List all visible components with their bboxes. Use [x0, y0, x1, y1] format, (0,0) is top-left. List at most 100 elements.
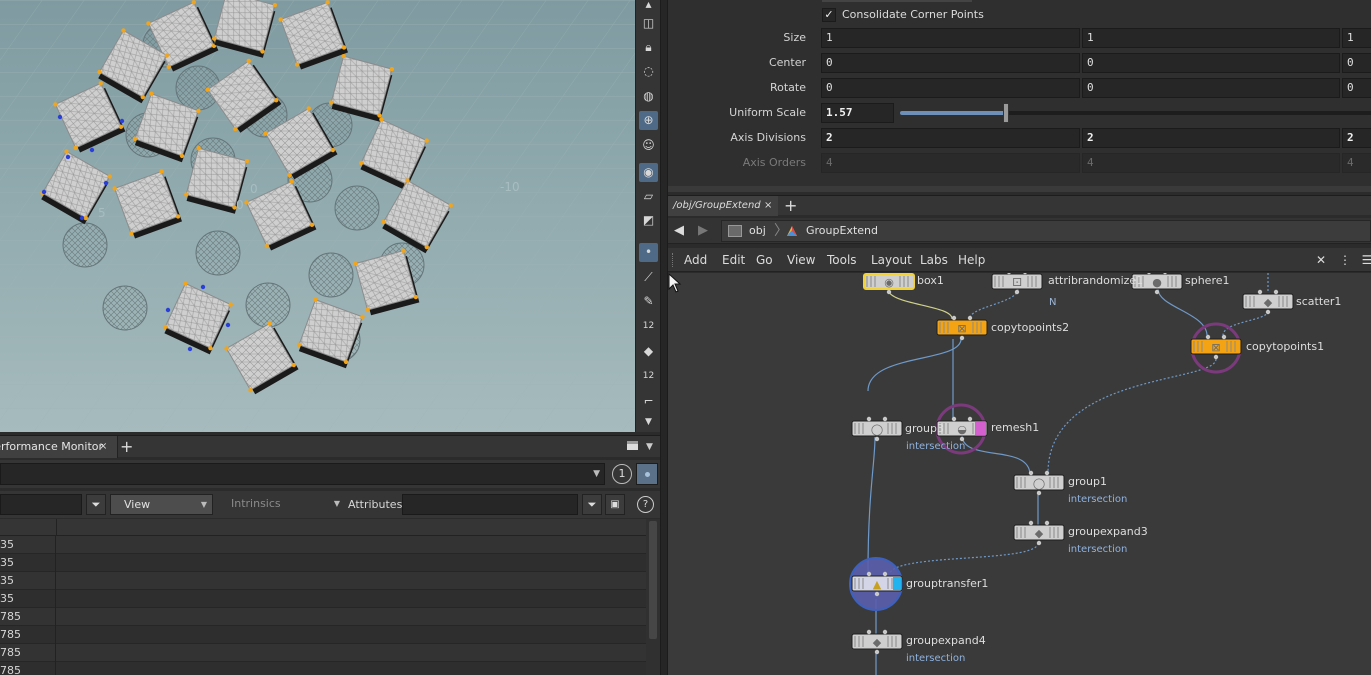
ghost-icon[interactable]: ☺: [639, 136, 658, 155]
pane-layout-icon[interactable]: [627, 441, 638, 450]
table-row[interactable]: 35: [0, 590, 646, 608]
tab-network-editor[interactable]: /obj/GroupExtend ×: [668, 196, 778, 216]
node-label-box1[interactable]: box1: [917, 274, 944, 288]
menu-tools[interactable]: Tools: [827, 248, 857, 272]
node-box1[interactable]: ◉: [863, 273, 915, 295]
node-label-groupexpand3[interactable]: groupexpand3: [1068, 525, 1148, 539]
size-x-field[interactable]: 1: [821, 28, 1080, 48]
bucket-icon[interactable]: ◆: [639, 342, 658, 361]
shading-icon[interactable]: ◉: [639, 163, 658, 182]
rotate-x-field[interactable]: 0: [821, 78, 1080, 98]
back-arrow-icon[interactable]: ◀: [674, 222, 684, 240]
menu-add[interactable]: Add: [684, 248, 707, 272]
spreadsheet-table[interactable]: 35 35 35 35 785 785 785 785: [0, 519, 646, 675]
brush-icon[interactable]: ⟋: [639, 268, 658, 287]
node-label-grouptransfer1[interactable]: grouptransfer1: [906, 577, 988, 591]
forward-arrow-icon[interactable]: ▶: [698, 222, 708, 240]
node-groupexpand4[interactable]: ◆: [851, 629, 903, 655]
node-label-remesh1[interactable]: remesh1: [991, 421, 1039, 435]
angle-icon[interactable]: ⌐: [639, 392, 658, 411]
table-row[interactable]: 785: [0, 626, 646, 644]
slider-handle[interactable]: [1002, 103, 1009, 123]
node-scatter1[interactable]: ◆: [1242, 289, 1294, 315]
list-view-icon[interactable]: ☰: [1358, 251, 1371, 269]
menu-go[interactable]: Go: [756, 248, 773, 272]
table-row[interactable]: 785: [0, 644, 646, 662]
display-icon[interactable]: ◩: [639, 211, 658, 230]
center-x-field[interactable]: 0: [821, 53, 1080, 73]
scene-viewport[interactable]: -10 0 0 5: [0, 0, 635, 432]
axis-divisions-y-field[interactable]: 2: [1082, 128, 1340, 148]
table-row[interactable]: 35: [0, 536, 646, 554]
node-copytopoints2[interactable]: ⊠: [936, 315, 988, 341]
node-label-sphere1[interactable]: sphere1: [1185, 274, 1230, 288]
node-remesh1[interactable]: ◒: [936, 416, 988, 442]
attributes-filter-input[interactable]: [402, 494, 578, 515]
axis-divisions-z-field[interactable]: 2: [1342, 128, 1371, 148]
node-group1[interactable]: ◯: [1013, 470, 1065, 496]
node-attribrandomize1[interactable]: ⚀: [991, 273, 1043, 295]
wrench-icon[interactable]: ✕: [1312, 251, 1330, 269]
node-copytopoints1[interactable]: ⊠: [1190, 334, 1242, 360]
chevron-down-icon[interactable]: ▼: [646, 436, 653, 458]
table-row[interactable]: 35: [0, 572, 646, 590]
center-z-field[interactable]: 0: [1342, 53, 1371, 73]
rotate-y-field[interactable]: 0: [1082, 78, 1340, 98]
group-filter-input[interactable]: [0, 494, 82, 515]
close-icon[interactable]: ×: [99, 436, 107, 458]
menu-view[interactable]: View: [787, 248, 815, 272]
scrollbar-thumb[interactable]: [649, 521, 657, 639]
number-icon[interactable]: 12: [639, 367, 658, 386]
node-label-group1[interactable]: group1: [1068, 475, 1107, 489]
point-display-icon[interactable]: •: [639, 243, 658, 262]
background-icon[interactable]: ▱: [639, 187, 658, 206]
help-icon[interactable]: ?: [637, 496, 654, 513]
node-label-copytopoints2[interactable]: copytopoints2: [991, 321, 1069, 335]
snap-icon[interactable]: ⊕: [639, 111, 658, 130]
viewport-scene[interactable]: -10 0 0 5: [0, 0, 635, 432]
axis-divisions-x-field[interactable]: 2: [821, 128, 1080, 148]
node-path-select[interactable]: ▼: [0, 463, 605, 485]
add-tab-icon[interactable]: +: [784, 196, 797, 216]
uniform-scale-slider[interactable]: [900, 111, 1371, 115]
node-label-scatter1[interactable]: scatter1: [1296, 295, 1341, 309]
pane-resize-handle[interactable]: [668, 186, 1371, 192]
pane-splitter[interactable]: [660, 0, 668, 675]
intrinsics-dropdown[interactable]: Intrinsics ▼: [218, 494, 345, 515]
node-label-copytopoints1[interactable]: copytopoints1: [1246, 340, 1324, 354]
uniform-scale-field[interactable]: 1.57: [821, 103, 894, 123]
node-label-attribrandomize1[interactable]: attribrandomize1: [1048, 274, 1143, 288]
pane-link-badge[interactable]: 1: [612, 464, 632, 484]
node-label-group3[interactable]: group3: [905, 422, 944, 436]
tree-view-icon[interactable]: ⋮: [1336, 251, 1354, 269]
rotate-z-field[interactable]: 0: [1342, 78, 1371, 98]
breadcrumb-obj[interactable]: obj: [749, 221, 766, 241]
tab-performance-monitor[interactable]: Performance Monitor ×: [0, 436, 118, 458]
menu-edit[interactable]: Edit: [722, 248, 745, 272]
center-y-field[interactable]: 0: [1082, 53, 1340, 73]
size-z-field[interactable]: 1: [1342, 28, 1371, 48]
node-groupexpand3[interactable]: ◆: [1013, 520, 1065, 546]
menu-labs[interactable]: Labs: [920, 248, 948, 272]
options-icon[interactable]: ▣: [605, 494, 625, 515]
select-icon[interactable]: ▴: [639, 0, 658, 10]
add-tab-icon[interactable]: +: [120, 436, 133, 458]
filter-icon[interactable]: ⏷: [86, 494, 106, 515]
size-y-field[interactable]: 1: [1082, 28, 1340, 48]
light-icon[interactable]: ◌: [639, 62, 658, 81]
consolidate-corner-points-checkbox[interactable]: ✓: [822, 8, 836, 22]
view-dropdown[interactable]: View ▼: [110, 494, 213, 515]
scroll-down-icon[interactable]: ▼: [639, 413, 658, 432]
network-editor-canvas[interactable]: ◉ ⚀ ● ◆ ⊠ ⊠ ◯ ◒ ◯ ◆ ▲ ◆ box1 attribrandomize1 N sph…: [668, 273, 1371, 675]
breadcrumb-groupextend[interactable]: GroupExtend: [806, 221, 878, 241]
number-icon[interactable]: 12: [639, 317, 658, 336]
close-icon[interactable]: ×: [764, 196, 772, 216]
table-row[interactable]: 35: [0, 554, 646, 572]
geometry-icon[interactable]: ◫: [639, 14, 658, 33]
filter-icon[interactable]: ⏷: [582, 494, 602, 515]
lock-icon[interactable]: 🔒︎: [639, 38, 658, 57]
table-row[interactable]: 785: [0, 608, 646, 626]
camera-icon[interactable]: ◍: [639, 87, 658, 106]
menu-layout[interactable]: Layout: [871, 248, 912, 272]
table-row[interactable]: 785: [0, 662, 646, 675]
